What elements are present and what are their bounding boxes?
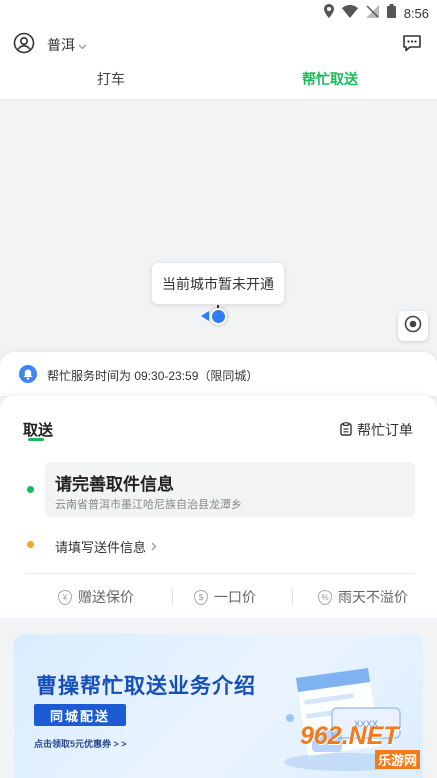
my-orders-button[interactable]: 帮忙订单 [340, 420, 413, 440]
map-view[interactable]: 当前城市暂未开通 [0, 100, 437, 360]
feature-label: 赠送保价 [78, 589, 134, 605]
notice-text: 帮忙服务时间为 09:30-23:59（限同城） [47, 369, 259, 383]
feature-separator [172, 589, 173, 605]
locate-button[interactable] [398, 311, 428, 341]
message-icon[interactable] [401, 32, 423, 54]
direction-arrow-icon [201, 311, 209, 321]
tab-help-delivery[interactable]: 帮忙取送 [302, 69, 358, 89]
current-location-marker [210, 308, 227, 325]
delivery-card: 取送 帮忙订单 请完善取件信息 云南省普洱市墨江哈尼族自治县龙潭乡 请填写送件信… [0, 396, 437, 618]
feature-fixed-price: $ 一口价 [194, 587, 256, 607]
coupon-link[interactable]: 点击领取5元优惠券 > > [34, 737, 127, 750]
my-orders-label: 帮忙订单 [357, 422, 413, 438]
delivery-info-field[interactable]: 请填写送件信息 [55, 537, 157, 556]
chevron-down-icon [78, 37, 87, 53]
pickup-address: 云南省普洱市墨江哈尼族自治县龙潭乡 [55, 499, 242, 511]
delivery-dot [27, 541, 34, 548]
target-icon [404, 315, 422, 338]
tooltip-text: 当前城市暂未开通 [162, 275, 274, 292]
watermark-number: 962.NET [300, 722, 399, 750]
title-underline [28, 438, 44, 441]
user-icon[interactable] [13, 32, 35, 54]
feature-separator [292, 589, 293, 605]
pickup-info-field[interactable]: 请完善取件信息 云南省普洱市墨江哈尼族自治县龙潭乡 [45, 462, 415, 517]
divider [25, 573, 415, 574]
feature-label: 雨天不溢价 [338, 589, 408, 605]
service-hours-notice: 帮忙服务时间为 09:30-23:59（限同城） [0, 352, 437, 396]
feature-no-surcharge: % 雨天不溢价 [318, 587, 408, 607]
shield-coin-icon: ¥ [58, 589, 72, 605]
city-label: 普洱 [47, 37, 75, 53]
pickup-title: 请完善取件信息 [55, 475, 174, 494]
battery-icon [386, 4, 396, 23]
delivery-label: 请填写送件信息 [55, 540, 147, 555]
service-tabs: 打车 帮忙取送 [0, 64, 437, 100]
feature-insurance: ¥ 赠送保价 [58, 587, 134, 607]
card-title: 取送 [23, 422, 54, 439]
map-tooltip: 当前城市暂未开通 [152, 263, 284, 304]
wifi-icon [341, 4, 358, 23]
tab-ride[interactable]: 打车 [97, 69, 125, 89]
city-selector[interactable]: 普洱 [47, 35, 87, 55]
clock: 8:56 [403, 6, 429, 21]
watermark-subtitle: 乐游网 [375, 750, 421, 769]
pickup-dot [27, 486, 34, 493]
signal-icon [365, 4, 379, 23]
bell-icon [19, 365, 37, 383]
promo-banner[interactable]: 曹操帮忙取送业务介绍 同城配送 点击领取5元优惠券 > > XXXX [14, 634, 423, 778]
clipboard-icon [340, 421, 352, 439]
status-bar: 8:56 [0, 0, 437, 24]
feature-label: 一口价 [214, 589, 256, 605]
price-tag-icon: $ [194, 589, 208, 605]
location-icon [323, 4, 334, 23]
banner-title: 曹操帮忙取送业务介绍 [36, 675, 256, 698]
percent-icon: % [318, 589, 332, 605]
chevron-right-icon [151, 539, 157, 554]
top-bar: 普洱 [0, 24, 437, 64]
banner-chip: 同城配送 [34, 704, 126, 726]
